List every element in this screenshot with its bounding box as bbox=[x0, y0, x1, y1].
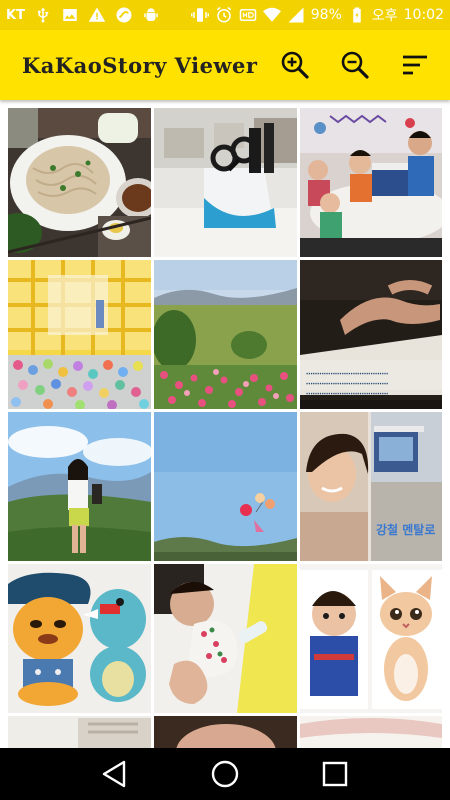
app-bar: KaKaoStory Viewer bbox=[0, 30, 450, 100]
back-icon bbox=[102, 760, 126, 788]
battery-percent: 98% bbox=[310, 7, 342, 23]
clock: 10:02 bbox=[403, 7, 444, 23]
recents-icon bbox=[322, 761, 348, 787]
vibrate-icon bbox=[190, 6, 209, 24]
home-button[interactable] bbox=[195, 748, 255, 800]
sort-icon bbox=[403, 55, 427, 75]
photo-partial-3[interactable] bbox=[300, 716, 442, 748]
hd-icon bbox=[239, 6, 257, 24]
photo-kids-birthday[interactable] bbox=[300, 108, 442, 257]
photo-knife-block[interactable] bbox=[154, 108, 297, 257]
photo-woman-tv-collage[interactable]: 강철 멘탈로 bbox=[300, 412, 442, 561]
tv-banner-text: 강철 멘탈로 bbox=[376, 522, 435, 537]
photo-hands-paper[interactable]: ····································· ··… bbox=[300, 260, 442, 409]
usb-icon bbox=[34, 6, 52, 24]
svg-text:······························: ····································· bbox=[306, 380, 388, 388]
back-button[interactable] bbox=[85, 748, 145, 800]
status-right: 98% 오후 10:02 bbox=[190, 5, 444, 25]
status-left: KT bbox=[6, 6, 160, 24]
zoom-out-button[interactable] bbox=[332, 42, 378, 88]
signal-icon bbox=[287, 6, 305, 24]
zoom-out-icon bbox=[341, 51, 369, 79]
recents-button[interactable] bbox=[305, 748, 365, 800]
battery-charging-icon bbox=[348, 6, 366, 24]
android-debug-icon bbox=[142, 6, 160, 24]
alarm-icon bbox=[215, 6, 233, 24]
photo-flower-field[interactable] bbox=[154, 260, 297, 409]
photo-partial-2[interactable] bbox=[154, 716, 297, 748]
warning-icon bbox=[88, 6, 106, 24]
app-actions bbox=[272, 42, 438, 88]
photo-woman-mountain[interactable] bbox=[8, 412, 151, 561]
photo-grid: ····································· ··… bbox=[0, 100, 450, 748]
svg-text:······························: ····································· bbox=[306, 390, 388, 398]
wifi-icon bbox=[262, 6, 281, 24]
photo-baby-bottle[interactable] bbox=[154, 564, 297, 713]
photo-plush-toys[interactable] bbox=[8, 564, 151, 713]
photo-baby-kitten-collage[interactable] bbox=[300, 564, 442, 713]
sort-button[interactable] bbox=[392, 42, 438, 88]
zoom-in-button[interactable] bbox=[272, 42, 318, 88]
svg-text:······························: ····································· bbox=[306, 370, 388, 378]
image-icon bbox=[61, 6, 79, 24]
photo-balloons-sky[interactable] bbox=[154, 412, 297, 561]
status-bar: KT 98% 오후 10:02 bbox=[0, 0, 450, 30]
carrier-label: KT bbox=[6, 7, 25, 23]
navigation-bar bbox=[0, 748, 450, 800]
photo-noodles[interactable] bbox=[8, 108, 151, 257]
time-ampm: 오후 bbox=[371, 8, 398, 24]
zoom-in-icon bbox=[281, 51, 309, 79]
app-notification-icon bbox=[115, 6, 133, 24]
home-icon bbox=[211, 760, 239, 788]
photo-ball-pit[interactable] bbox=[8, 260, 151, 409]
app-title: KaKaoStory Viewer bbox=[22, 52, 258, 78]
photo-partial-1[interactable] bbox=[8, 716, 151, 748]
